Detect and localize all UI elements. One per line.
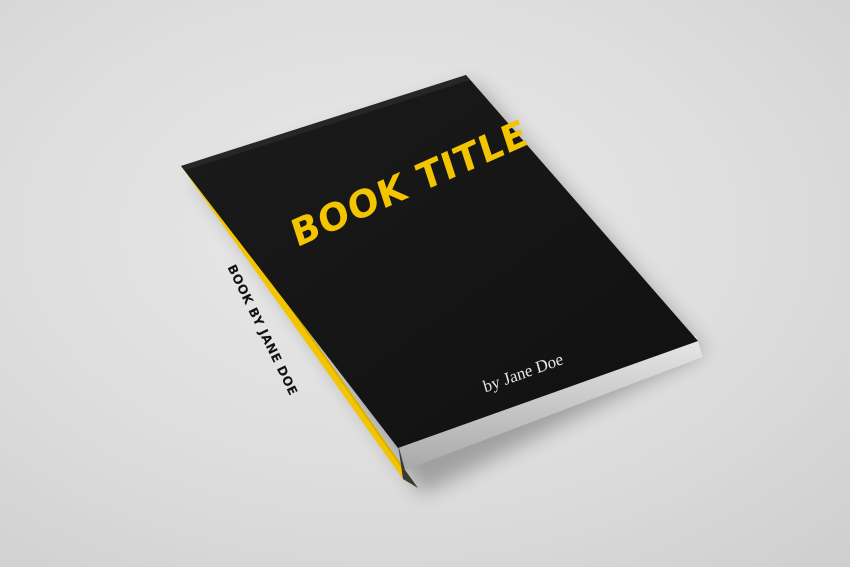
book-mockup-scene: BOOK TITLE by Jane Doe BOOK BY JANE DOE [0, 0, 850, 567]
book-mockup-illustration [181, 75, 705, 494]
